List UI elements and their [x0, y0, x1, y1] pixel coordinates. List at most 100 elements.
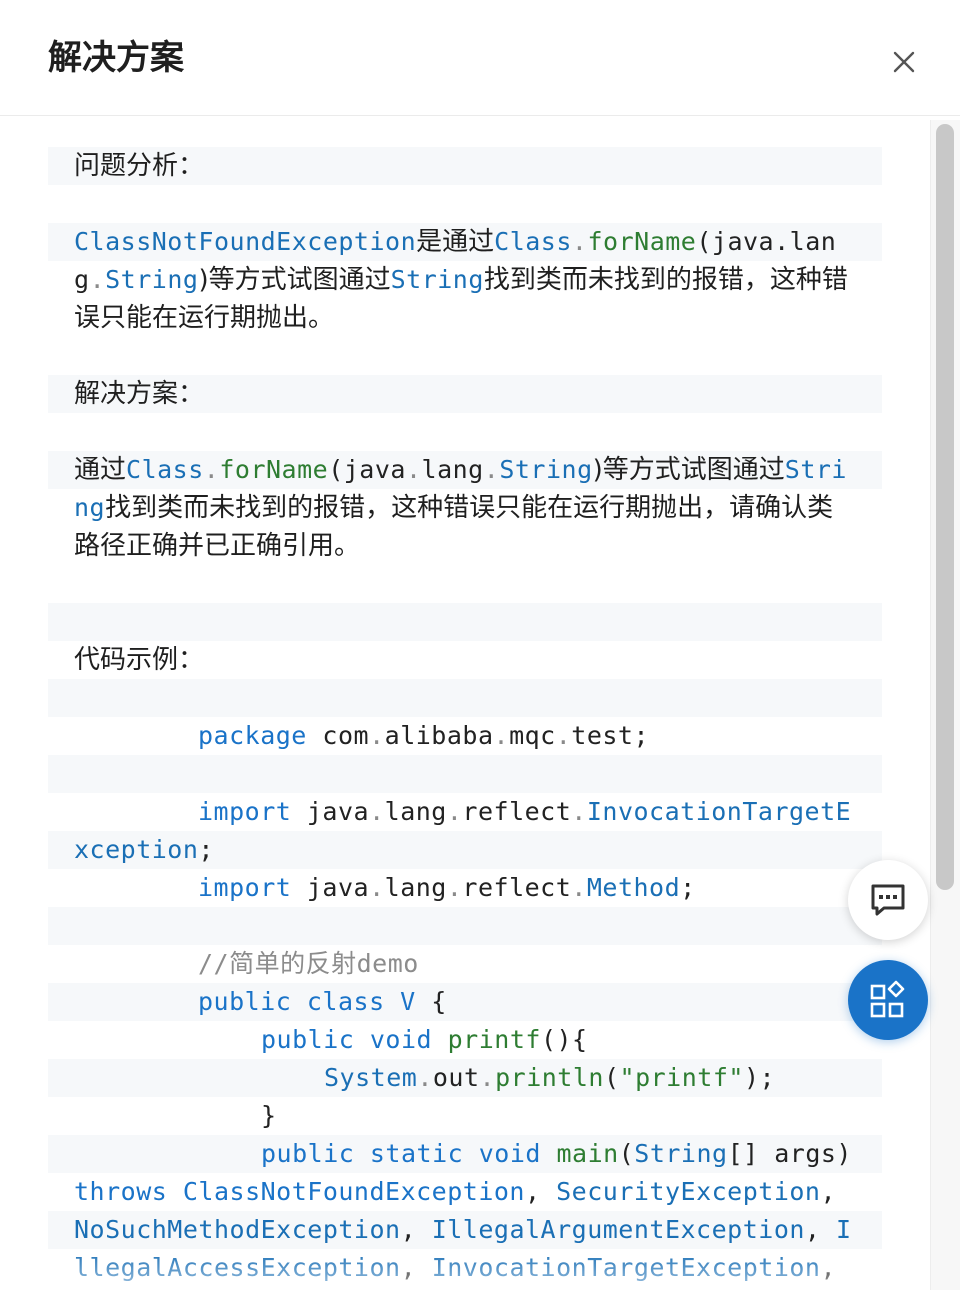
analysis-heading: 问题分析： [74, 151, 205, 181]
code-token: reflect [462, 873, 572, 902]
code-token: Class [494, 227, 572, 256]
code-token: String [105, 265, 199, 294]
solution-heading: 解决方案： [74, 379, 205, 409]
code-token: forName [587, 227, 697, 256]
code-token: (){ [540, 1025, 588, 1054]
code-line: xception; [74, 831, 874, 869]
code-token: , [400, 1253, 432, 1282]
code-line: } [261, 1101, 277, 1130]
code-token: NoSuchMethodException [74, 1215, 401, 1244]
code-token: g [74, 265, 90, 294]
analysis-line-1: ClassNotFoundException是通过Class.forName(j… [74, 223, 874, 261]
code-token: . [571, 797, 587, 826]
solution-line-1: 通过Class.forName(java.lang.String)等方式试图通过… [74, 451, 874, 489]
code-token: ; [680, 873, 696, 902]
comment-button[interactable] [848, 860, 928, 940]
solution-line-3: 路径正确并已正确引用。 [74, 531, 361, 561]
apps-button[interactable] [848, 960, 928, 1040]
code-line: package com.alibaba.mqc.test; [198, 717, 960, 755]
code-line: import java.lang.reflect.Method; [198, 869, 960, 907]
code-token: . [369, 721, 385, 750]
text-token: 找到类而未找到的报错，这种错 [483, 265, 848, 295]
dialog-header: 解决方案 [0, 0, 960, 116]
code-token: , [804, 1215, 837, 1244]
code-token: Method [586, 873, 681, 902]
code-token: . [479, 1063, 496, 1092]
code-token: SecurityException [556, 1177, 821, 1206]
example-heading: 代码示例： [74, 645, 205, 675]
code-token: ; [198, 835, 214, 864]
code-token: Class [126, 455, 204, 484]
code-line: System.out.println("printf"); [324, 1059, 960, 1097]
code-token: , [820, 1253, 837, 1282]
code-token: llegalAccessException [74, 1253, 401, 1282]
code-comment: //简单的反射demo [198, 949, 419, 978]
solution-line-2: ng找到类而未找到的报错，这种错误只能在运行期抛出，请确认类 [74, 489, 874, 527]
code-function: printf [432, 1025, 541, 1054]
code-token: . [571, 873, 587, 902]
code-token: . [571, 227, 588, 256]
comment-icon [871, 884, 905, 916]
code-token: test; [571, 721, 650, 750]
code-line: llegalAccessException, InvocationTargetE… [74, 1249, 874, 1287]
code-token: . [369, 797, 385, 826]
scrollbar-thumb[interactable] [936, 124, 954, 890]
code-string: "printf" [619, 1063, 744, 1092]
code-token: lang [421, 455, 484, 484]
code-token: . [555, 721, 572, 750]
code-token: reflect [462, 797, 572, 826]
code-token: String [390, 265, 484, 294]
code-function: main [540, 1139, 619, 1168]
code-token: InvocationTargetE [586, 797, 852, 826]
code-token: mqc [509, 721, 556, 750]
code-token: Stri [784, 455, 847, 484]
code-token: , [525, 1177, 557, 1206]
code-line: import java.lang.reflect.InvocationTarge… [198, 793, 960, 831]
code-keyword: public void [261, 1025, 433, 1054]
apps-icon [870, 980, 905, 1018]
text-token: )等方式试图通过 [198, 265, 391, 295]
code-keyword: import [198, 873, 292, 902]
code-token: lang [384, 873, 447, 902]
code-token: String [499, 455, 593, 484]
code-token: (java [328, 455, 406, 484]
code-token: I [836, 1215, 852, 1244]
code-token: lang [384, 797, 447, 826]
solution-body: 问题分析： ClassNotFoundException是通过Class.for… [0, 117, 960, 1290]
code-line: public void printf(){ [261, 1021, 960, 1059]
code-line: throws ClassNotFoundException, SecurityE… [74, 1173, 874, 1211]
text-token: 找到类而未找到的报错，这种错误只能在运行期抛出，请确认类 [105, 493, 834, 523]
code-token: forName [219, 455, 329, 484]
text-token: 通过 [74, 455, 127, 485]
close-button[interactable] [880, 38, 926, 84]
code-token: ClassNotFoundException [74, 227, 417, 256]
text-token: )等方式试图通过 [592, 455, 785, 485]
code-token: . [417, 1063, 433, 1092]
code-line: NoSuchMethodException, IllegalArgumentEx… [74, 1211, 874, 1249]
code-token: (java.lan [696, 227, 837, 256]
code-token: xception [74, 835, 199, 864]
code-line: public class V { [198, 983, 960, 1021]
code-token: [] args) [727, 1139, 852, 1168]
code-line: public static void main(String[] args) [261, 1135, 960, 1173]
analysis-line-2: g.String)等方式试图通过String找到类而未找到的报错，这种错 [74, 261, 874, 299]
code-token: java [291, 797, 370, 826]
code-token: . [89, 265, 106, 294]
code-keyword: throws ClassNotFoundException [74, 1177, 525, 1206]
close-icon [893, 51, 915, 73]
code-token: InvocationTargetException [431, 1253, 821, 1282]
code-token: . [483, 455, 500, 484]
code-keyword: package [198, 721, 307, 750]
code-token: alibaba [384, 721, 494, 750]
code-token: ( [603, 1063, 620, 1092]
code-token: ( [618, 1139, 635, 1168]
code-token: , [820, 1177, 837, 1206]
code-token: out [432, 1063, 480, 1092]
code-token: . [405, 455, 422, 484]
code-keyword: import [198, 797, 292, 826]
code-token: ); [743, 1063, 776, 1092]
code-token: . [446, 873, 463, 902]
code-token: com [306, 721, 370, 750]
code-keyword: public static void [261, 1139, 541, 1168]
code-token: java [291, 873, 370, 902]
